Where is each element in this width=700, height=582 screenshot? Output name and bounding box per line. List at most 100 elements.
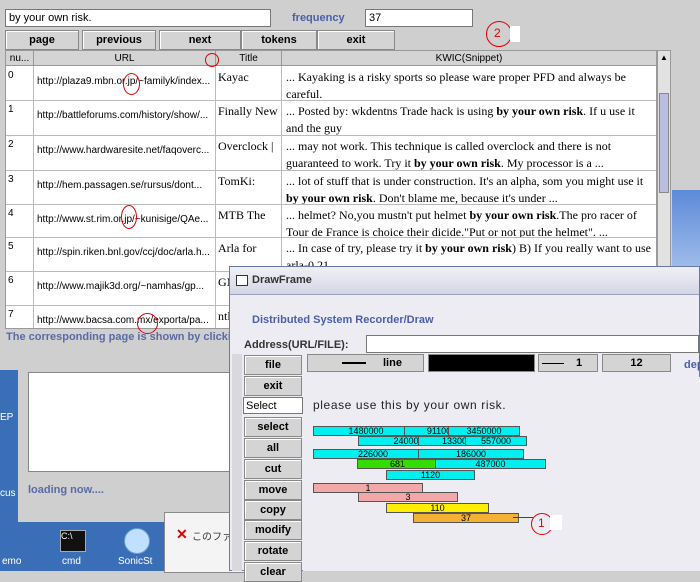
bar-block[interactable]: 226000 [313,449,433,459]
desktop-left-strip [0,370,18,571]
tokens-button[interactable]: tokens [241,30,317,50]
desktop-icon-label: cus [0,488,16,499]
clear-button[interactable]: clear [244,562,302,582]
row-number: 3 [6,170,34,204]
drawframe-titlebar[interactable]: DrawFrame [230,267,699,295]
annotation-circle-small [205,53,219,67]
column-header-url[interactable]: URL [34,51,216,66]
stroke-width-button[interactable]: 1 [538,354,598,372]
font-size-button[interactable]: 12 [602,354,671,372]
bar-block[interactable]: 487000 [435,459,546,469]
rotate-button[interactable]: rotate [244,541,302,561]
row-url: http://hem.passagen.se/rursus/dont... [34,170,216,204]
all-button[interactable]: all [244,438,302,458]
exit-button[interactable]: exit [317,30,395,50]
row-number: 6 [6,271,34,305]
row-title: MTB The [216,204,282,237]
error-close-icon[interactable]: ✕ [176,526,188,543]
stroke-width-value: 1 [576,357,583,369]
address-input[interactable] [366,335,699,353]
row-title: Finally New [216,100,282,135]
desktop-icon-label: EP [0,412,14,423]
sonic-label: SonicSt [118,556,153,567]
modify-button[interactable]: modify [244,520,302,540]
row-snippet: ... Kayaking is a risky sports so please… [286,70,626,100]
color-swatch[interactable] [428,354,535,372]
scrollbar-thumb[interactable] [659,93,669,193]
row-title: TomKi: [216,170,282,204]
row-number: 5 [6,237,34,271]
row-url: http://www.hardwaresite.net/faqoverc... [34,135,216,170]
page-button[interactable]: page [5,30,79,50]
table-row[interactable]: 1 http://battleforums.com/history/show/.… [6,100,656,136]
bar-block[interactable]: 557000 [465,436,527,446]
row-number: 4 [6,204,34,237]
row-number: 2 [6,135,34,170]
select-button[interactable]: select [244,417,302,437]
cut-button[interactable]: cut [244,459,302,479]
bar-block[interactable]: 110 [386,503,489,513]
scroll-up-arrow-icon[interactable]: ▲ [660,53,668,62]
dep-label: dep [684,359,700,371]
annotation-box-2 [510,26,520,42]
stroke-width-icon [542,363,564,364]
annotation-circle-domain [123,73,140,95]
loading-text: loading now.... [28,484,104,496]
row-url: http://battleforums.com/history/show/... [34,100,216,135]
row-snippet: ... lot of stuff that is under construct… [286,174,644,204]
row-url: http://www.majik3d.org/~namhas/gp... [34,271,216,305]
row-snippet: ... Posted by: wkdentns Trade hack is us… [286,104,635,135]
column-header-num[interactable]: nu... [6,51,34,66]
bar-block[interactable]: 3450000 [448,426,520,436]
line-tool-label: line [383,357,402,369]
bar-block[interactable]: 186000 [418,449,524,459]
window-icon [236,275,248,286]
file-button[interactable]: file [244,355,302,375]
column-header-title[interactable]: Title [216,51,282,66]
sonic-icon[interactable] [124,528,150,554]
cmd-label: cmd [62,556,81,567]
frequency-input[interactable]: 37 [365,9,473,27]
next-button[interactable]: next [159,30,241,50]
table-row[interactable]: 2 http://www.hardwaresite.net/faqoverc..… [6,135,656,171]
row-url: http://www.bacsa.com.mx/exporta/pa... [34,305,216,328]
copy-button[interactable]: copy [244,500,302,520]
bar-block[interactable]: 37 [413,513,519,523]
row-number: 7 [6,305,34,328]
previous-button[interactable]: previous [82,30,156,50]
row-number: 0 [6,66,34,100]
table-row[interactable]: 4 http://www.st.rim.or.jp/~kunisige/QAe.… [6,204,656,238]
bar-block[interactable]: 1120 [386,470,475,480]
row-title: Kayac [216,66,282,100]
table-row[interactable]: 3 http://hem.passagen.se/rursus/dont... … [6,170,656,205]
status-text: The corresponding page is shown by click… [6,331,252,343]
memo-label: emo [2,556,22,567]
mode-select[interactable]: Select [243,397,303,414]
annotation-number-1: 1 [538,516,545,530]
frequency-label: frequency [292,12,345,24]
move-button[interactable]: move [244,480,302,500]
drawframe-sidebar-strip [232,354,242,571]
bar-block[interactable]: 681 [357,459,438,469]
line-tool-button[interactable]: line [307,354,424,372]
row-snippet: ... helmet? No,you mustn't put helmet by… [286,208,637,237]
exit-draw-button[interactable]: exit [244,376,302,396]
row-url: http://spin.riken.bnl.gov/ccj/doc/arla.h… [34,237,216,271]
cmd-icon[interactable]: C:\ [60,530,86,552]
bar-block[interactable]: 3 [358,492,458,502]
address-label: Address(URL/FILE): [244,339,349,351]
table-row[interactable]: 0 http://plaza9.mbn.or.jp/~familyk/index… [6,66,656,101]
column-header-kwic[interactable]: KWIC(Snippet) [282,51,656,66]
row-snippet: ... may not work. This technique is call… [286,139,612,170]
canvas-text: please use this by your own risk. [313,398,507,412]
drawframe-title: DrawFrame [252,274,312,286]
loading-text-area [28,372,230,472]
annotation-arrow [513,517,533,518]
row-title: Overclock | [216,135,282,170]
annotation-box-1 [550,515,562,530]
search-query-input[interactable]: by your own risk. [5,9,271,27]
row-number: 1 [6,100,34,135]
annotation-number-2: 2 [494,26,501,40]
drawframe-subtitle: Distributed System Recorder/Draw [252,314,434,326]
annotation-circle-domain [121,205,137,229]
